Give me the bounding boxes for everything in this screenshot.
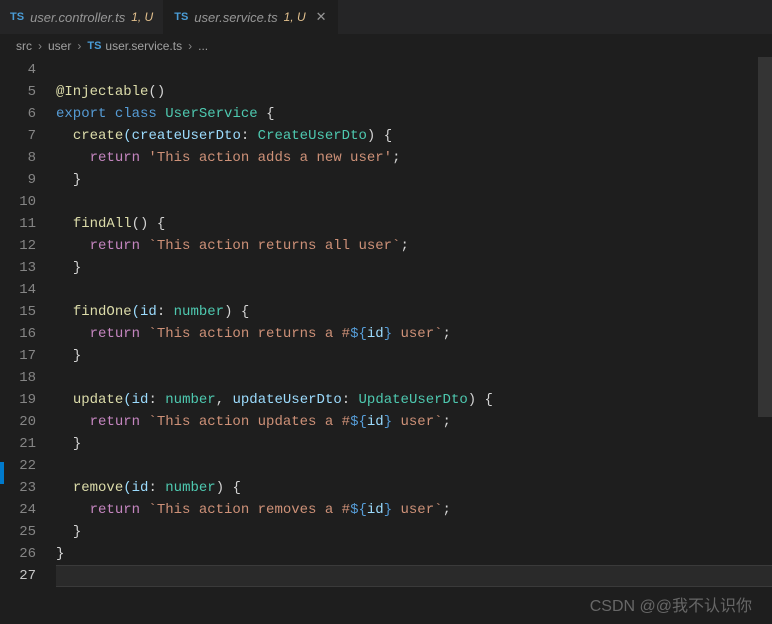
- code-line: create(createUserDto: CreateUserDto) {: [56, 125, 772, 147]
- code-line: [56, 455, 772, 477]
- line-number: 10: [0, 191, 36, 213]
- line-number: 22: [0, 455, 36, 477]
- code-line: findAll() {: [56, 213, 772, 235]
- line-number: 23: [0, 477, 36, 499]
- line-number: 15: [0, 301, 36, 323]
- code-line: [56, 279, 772, 301]
- breadcrumb-item[interactable]: user: [48, 39, 71, 53]
- ts-icon: TS: [10, 11, 24, 23]
- chevron-right-icon: ›: [77, 39, 81, 53]
- code-line: return `This action removes a #${id} use…: [56, 499, 772, 521]
- line-number: 25: [0, 521, 36, 543]
- breadcrumb-item[interactable]: ...: [198, 39, 208, 53]
- line-gutter: 4 5 6 7 8 9 10 11 12 13 14 15 16 17 18 1…: [0, 57, 56, 624]
- code-line: }: [56, 345, 772, 367]
- breadcrumb-item[interactable]: user.service.ts: [105, 39, 182, 53]
- code-line: [56, 191, 772, 213]
- tab-mod-badge: 1, U: [131, 10, 153, 24]
- line-number: 12: [0, 235, 36, 257]
- close-icon[interactable]: ✕: [316, 9, 327, 25]
- chevron-right-icon: ›: [38, 39, 42, 53]
- code-line: [56, 59, 772, 81]
- code-line: export class UserService {: [56, 103, 772, 125]
- code-line: return 'This action adds a new user';: [56, 147, 772, 169]
- line-number: 13: [0, 257, 36, 279]
- line-number: 26: [0, 543, 36, 565]
- code-line: }: [56, 169, 772, 191]
- tab-mod-badge: 1, U: [284, 10, 306, 24]
- line-number: 17: [0, 345, 36, 367]
- tab-user-service[interactable]: TS user.service.ts 1, U ✕: [164, 0, 337, 34]
- code-line: @Injectable(): [56, 81, 772, 103]
- line-number: 14: [0, 279, 36, 301]
- code-line: findOne(id: number) {: [56, 301, 772, 323]
- line-number: 5: [0, 81, 36, 103]
- breadcrumb-item[interactable]: src: [16, 39, 32, 53]
- tab-label: user.controller.ts: [30, 10, 125, 25]
- line-number: 11: [0, 213, 36, 235]
- code-line: [56, 565, 772, 587]
- scrollbar[interactable]: [758, 57, 772, 624]
- code-line: return `This action returns all user`;: [56, 235, 772, 257]
- line-number: 18: [0, 367, 36, 389]
- line-number: 27: [0, 565, 36, 587]
- chevron-right-icon: ›: [188, 39, 192, 53]
- line-number: 19: [0, 389, 36, 411]
- breadcrumb[interactable]: src › user › TS user.service.ts › ...: [0, 35, 772, 57]
- code-line: }: [56, 543, 772, 565]
- watermark: CSDN @@我不认识你: [590, 592, 752, 616]
- tab-label: user.service.ts: [194, 10, 277, 25]
- line-number: 16: [0, 323, 36, 345]
- code-line: }: [56, 257, 772, 279]
- ts-icon: TS: [87, 40, 101, 52]
- code-line: return `This action returns a #${id} use…: [56, 323, 772, 345]
- line-number: 6: [0, 103, 36, 125]
- code-line: return `This action updates a #${id} use…: [56, 411, 772, 433]
- tab-bar: TS user.controller.ts 1, U TS user.servi…: [0, 0, 772, 35]
- code-line: remove(id: number) {: [56, 477, 772, 499]
- line-number: 24: [0, 499, 36, 521]
- tab-user-controller[interactable]: TS user.controller.ts 1, U: [0, 0, 164, 34]
- code-line: }: [56, 433, 772, 455]
- code-line: update(id: number, updateUserDto: Update…: [56, 389, 772, 411]
- editor[interactable]: 4 5 6 7 8 9 10 11 12 13 14 15 16 17 18 1…: [0, 57, 772, 624]
- ts-icon: TS: [174, 11, 188, 23]
- line-number: 7: [0, 125, 36, 147]
- line-number: 20: [0, 411, 36, 433]
- line-number: 21: [0, 433, 36, 455]
- code-line: }: [56, 521, 772, 543]
- line-number: 9: [0, 169, 36, 191]
- code-line: [56, 367, 772, 389]
- line-number: 4: [0, 59, 36, 81]
- scrollbar-thumb[interactable]: [758, 57, 772, 417]
- gutter-marker: [0, 462, 4, 484]
- code-area[interactable]: @Injectable() export class UserService {…: [56, 57, 772, 624]
- line-number: 8: [0, 147, 36, 169]
